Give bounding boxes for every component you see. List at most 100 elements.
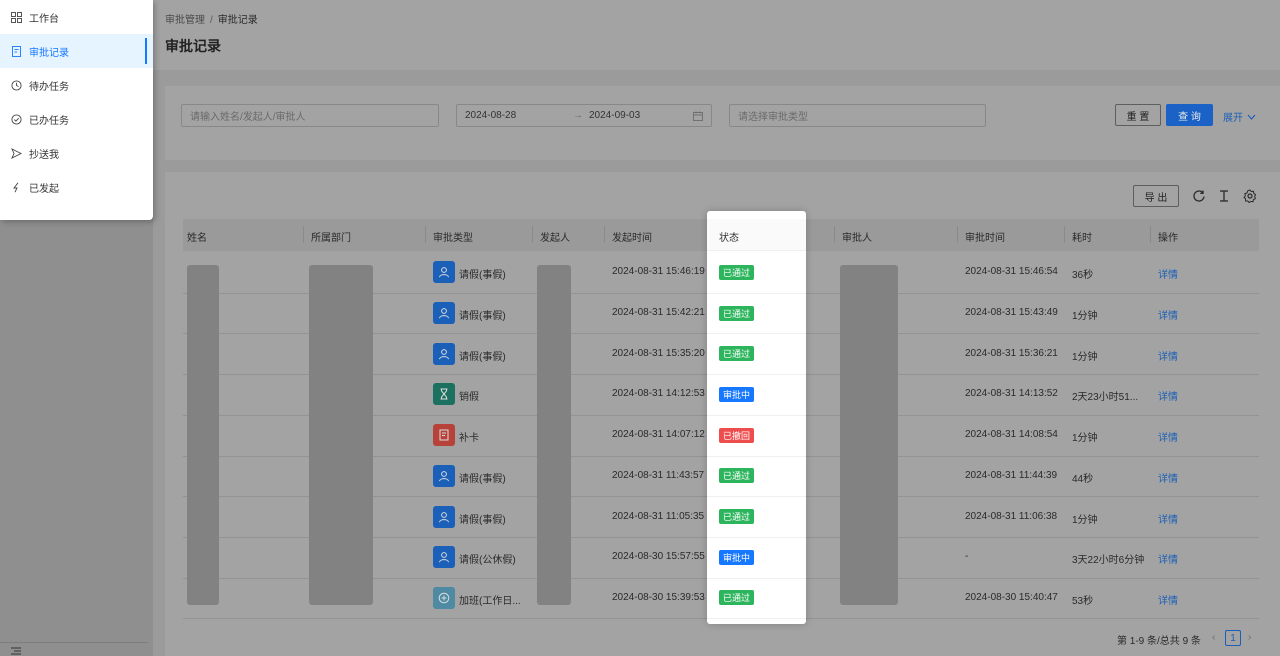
- approval-type-placeholder: 请选择审批类型: [738, 112, 808, 123]
- col-header-department: 所属部门: [311, 233, 351, 244]
- export-button[interactable]: 导 出: [1133, 185, 1179, 207]
- date-start[interactable]: 2024-08-28: [465, 110, 516, 121]
- start-time: 2024-08-31 15:46:19: [612, 266, 705, 278]
- expand-toggle[interactable]: 展开: [1223, 109, 1256, 124]
- detail-link[interactable]: 详情: [1158, 592, 1178, 607]
- approval-time: 2024-08-31 15:36:21: [965, 347, 1058, 359]
- start-time: 2024-08-31 14:12:53: [612, 388, 705, 400]
- sidebar-item-5[interactable]: 已发起: [0, 170, 153, 204]
- detail-link[interactable]: 详情: [1158, 470, 1178, 485]
- redacted-approver-column: [840, 265, 898, 605]
- sidebar-item-4[interactable]: 抄送我: [0, 136, 153, 170]
- approval-type: 请假(事假): [459, 514, 506, 526]
- status-badge: 已通过: [719, 346, 755, 362]
- clock-icon: [10, 79, 22, 91]
- status-column-highlight: 状态 已通过 已通过 已通过 审批中 已撤回 已通过 已通过 审批中 已通过: [707, 211, 806, 624]
- approval-time: 2024-08-31 14:13:52: [965, 388, 1058, 400]
- sidebar-item-2[interactable]: 待办任务: [0, 68, 153, 102]
- approval-time: -: [965, 551, 969, 563]
- status-row-divider: [707, 496, 806, 498]
- status-row-divider: [707, 414, 806, 416]
- detail-link[interactable]: 详情: [1158, 307, 1178, 322]
- start-time: 2024-08-31 14:07:12: [612, 429, 705, 441]
- duration: 2天23小时51...: [1072, 392, 1139, 404]
- status-row-divider: [707, 618, 806, 620]
- col-divider: [1064, 226, 1065, 243]
- col-header-approval-type: 审批类型: [433, 233, 473, 244]
- redacted-name-column: [187, 265, 219, 605]
- person-icon: [433, 464, 455, 487]
- sidebar-item-3[interactable]: 已办任务: [0, 102, 153, 136]
- duration: 1分钟: [1072, 514, 1098, 526]
- date-range-picker[interactable]: 2024-08-28 → 2024-09-03: [456, 104, 712, 127]
- col-header-start-time: 发起时间: [612, 233, 652, 244]
- prev-page-icon[interactable]: ‹: [1212, 632, 1215, 643]
- start-time: 2024-08-31 15:42:21: [612, 307, 705, 319]
- col-divider: [604, 226, 605, 243]
- status-badge: 已通过: [719, 305, 755, 321]
- page-button-current[interactable]: 1: [1225, 630, 1241, 646]
- person-icon: [433, 546, 455, 569]
- detail-link[interactable]: 详情: [1158, 388, 1178, 403]
- breadcrumb-separator: /: [210, 15, 213, 26]
- approval-time: 2024-08-31 15:46:54: [965, 266, 1058, 278]
- detail-link[interactable]: 详情: [1158, 511, 1178, 526]
- status-badge: 审批中: [719, 549, 755, 565]
- approval-type: 请假(公休假): [459, 555, 516, 567]
- reset-button[interactable]: 重 置: [1115, 104, 1161, 126]
- status-row-divider: [707, 536, 806, 538]
- duration: 1分钟: [1072, 433, 1098, 445]
- status-badge: 已通过: [719, 590, 755, 606]
- chevron-down-icon: [1247, 114, 1256, 120]
- sidebar-menu: 工作台审批记录待办任务已办任务抄送我已发起: [0, 0, 153, 220]
- date-end[interactable]: 2024-09-03: [589, 110, 640, 121]
- breadcrumb-current: 审批记录: [217, 15, 258, 26]
- page-header: 审批管理 / 审批记录 审批记录: [153, 0, 1280, 70]
- redacted-initiator-column: [537, 265, 571, 605]
- approval-type: 销假: [459, 392, 479, 404]
- detail-link[interactable]: 详情: [1158, 551, 1178, 566]
- sidebar-item-1[interactable]: 审批记录: [0, 34, 153, 68]
- sidebar-item-label: 抄送我: [29, 149, 59, 161]
- sidebar-item-0[interactable]: 工作台: [0, 0, 153, 34]
- hourglass-icon: [433, 383, 455, 406]
- grid-icon: [10, 11, 22, 23]
- detail-link[interactable]: 详情: [1158, 348, 1178, 363]
- column-height-icon[interactable]: [1217, 189, 1231, 203]
- search-button[interactable]: 查 询: [1166, 104, 1213, 126]
- status-row-divider: [707, 292, 806, 294]
- col-divider: [425, 226, 426, 243]
- name-search-input[interactable]: 请输入姓名/发起人/审批人: [181, 104, 439, 127]
- approval-type-select[interactable]: 请选择审批类型: [729, 104, 986, 127]
- next-page-icon[interactable]: ›: [1248, 632, 1251, 643]
- col-divider: [1150, 226, 1151, 243]
- approval-type: 加班(工作日...: [459, 595, 521, 607]
- col-header-duration: 耗时: [1072, 233, 1092, 244]
- person-icon: [433, 342, 455, 365]
- status-badge: 已通过: [719, 468, 755, 484]
- breadcrumb-parent[interactable]: 审批管理: [165, 15, 205, 26]
- refresh-icon[interactable]: [1192, 189, 1206, 203]
- status-badge: 已撤回: [719, 427, 755, 443]
- menu-fold-icon[interactable]: [10, 646, 22, 656]
- duration: 36秒: [1072, 270, 1094, 282]
- col-header-name: 姓名: [187, 233, 207, 244]
- pagination-summary: 第 1-9 条/总共 9 条: [1117, 636, 1201, 647]
- check-circle-icon: [10, 113, 22, 125]
- approval-time: 2024-08-31 11:44:39: [965, 469, 1058, 481]
- sidebar-item-label: 工作台: [29, 13, 59, 25]
- start-time: 2024-08-31 15:35:20: [612, 347, 705, 359]
- start-time: 2024-08-30 15:57:55: [612, 551, 705, 563]
- plus-circle-icon: [433, 586, 455, 609]
- sidebar-item-label: 已发起: [29, 183, 59, 195]
- approval-type: 请假(事假): [459, 351, 506, 363]
- sidebar-item-label: 已办任务: [29, 115, 69, 127]
- detail-link[interactable]: 详情: [1158, 429, 1178, 444]
- settings-gear-icon[interactable]: [1243, 189, 1257, 203]
- sidebar-item-label: 审批记录: [29, 47, 69, 59]
- col-header-approval-time: 审批时间: [965, 233, 1005, 244]
- detail-link[interactable]: 详情: [1158, 266, 1178, 281]
- person-icon: [433, 302, 455, 325]
- duration: 3天22小时6分钟: [1072, 555, 1145, 567]
- col-header-actions: 操作: [1158, 233, 1178, 244]
